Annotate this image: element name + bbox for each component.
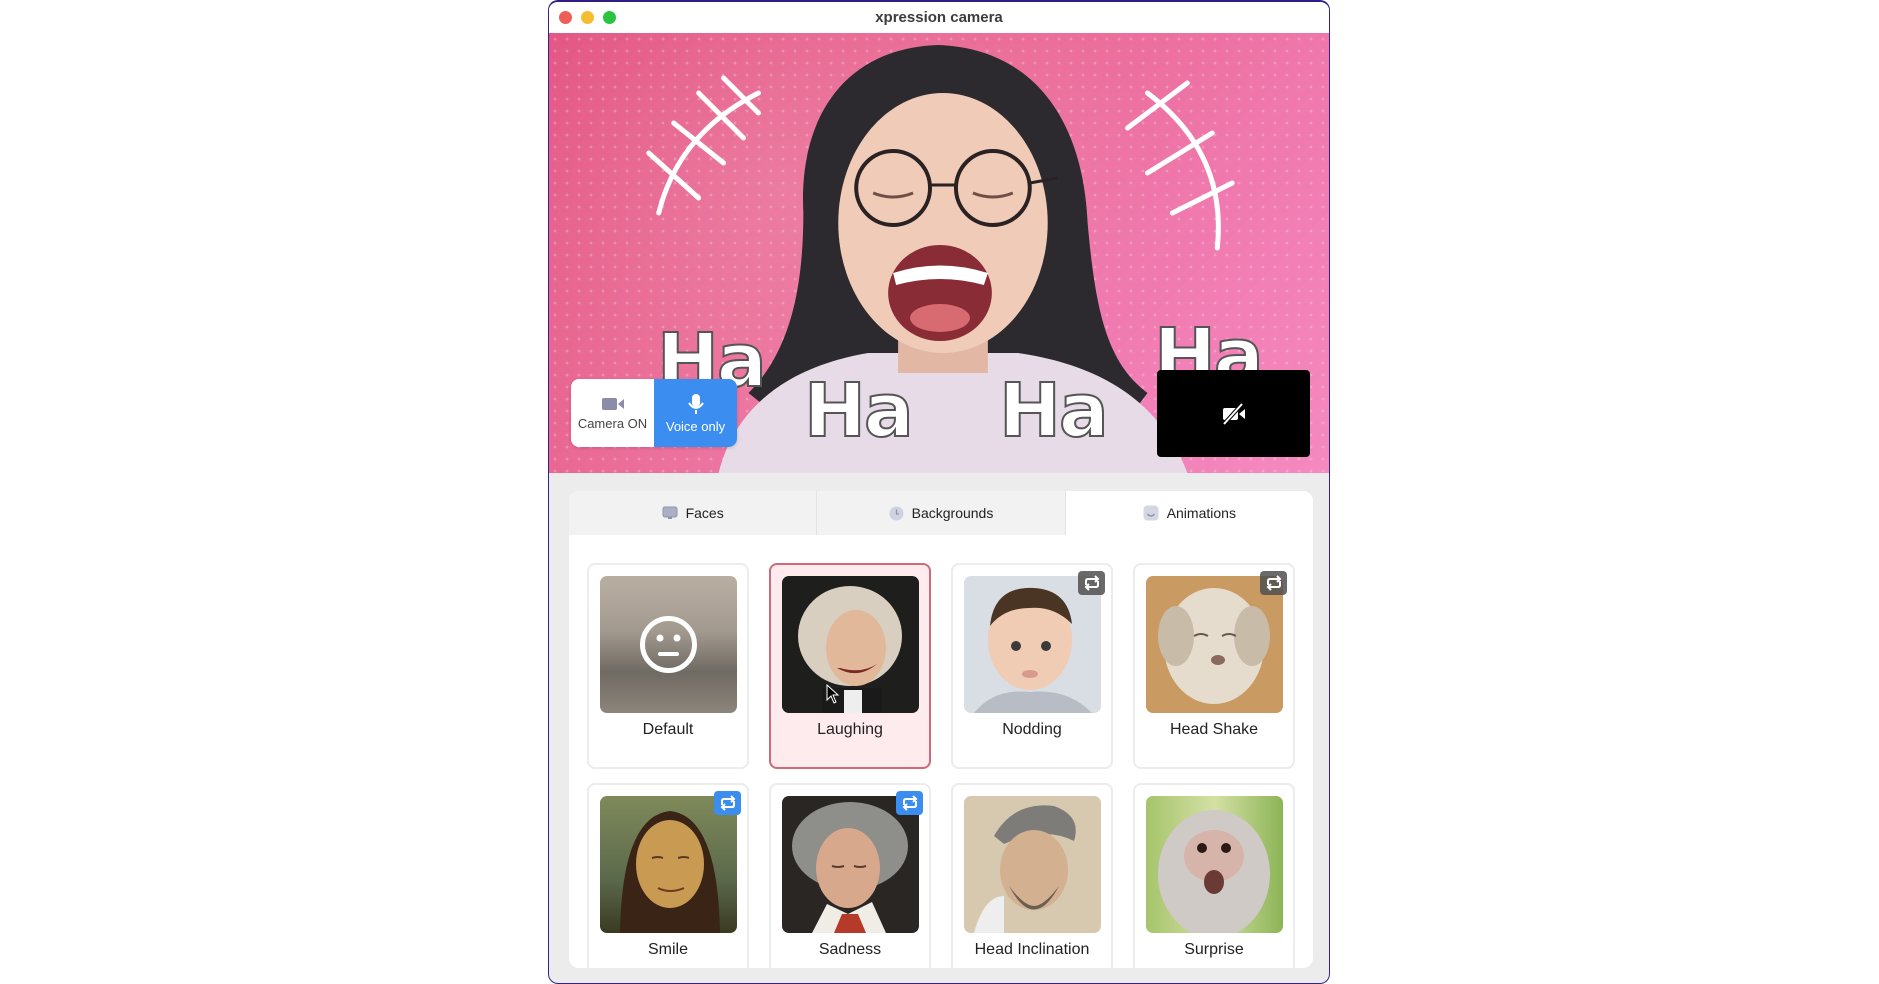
baby-portrait (974, 587, 1092, 713)
voice-only-label: Voice only (665, 418, 726, 434)
mona-lisa-portrait (620, 811, 720, 933)
repeat-icon (902, 795, 917, 811)
animation-label: Surprise (1184, 941, 1244, 958)
doodle-right (1125, 80, 1235, 251)
animation-card-head-shake[interactable]: Head Shake (1133, 563, 1295, 769)
animation-card-surprise[interactable]: Surprise (1133, 783, 1295, 968)
microphone-icon (687, 393, 704, 414)
animation-label: Laughing (817, 721, 883, 738)
animation-card-nodding[interactable]: Nodding (951, 563, 1113, 769)
animation-grid: Default Laughing Nodding Head Shake Smil… (587, 563, 1295, 968)
tab-backgrounds[interactable]: Backgrounds (817, 491, 1066, 535)
app-window: xpression camera Ha Ha Ha Ha Camera ON V… (548, 0, 1330, 984)
title-bar: xpression camera (549, 2, 1329, 33)
thumbnail-smile (600, 796, 737, 933)
mouse-cursor (826, 684, 840, 704)
camera-mode-toggle: Camera ON Voice only (571, 379, 737, 447)
self-preview-box (1157, 370, 1310, 457)
loop-badge (714, 791, 741, 815)
loop-badge (1260, 571, 1287, 595)
tab-faces[interactable]: Faces (569, 491, 818, 535)
thumbnail-default (600, 576, 737, 713)
tab-animations-label: Animations (1166, 505, 1236, 521)
window-title: xpression camera (875, 9, 1003, 26)
loop-badge (1078, 571, 1105, 595)
animation-label: Sadness (818, 941, 882, 958)
thumbnail-head-inclination (964, 796, 1101, 933)
animation-label: Nodding (1002, 721, 1062, 738)
monitor-icon (662, 506, 678, 519)
tab-animations[interactable]: Animations (1065, 491, 1313, 535)
beethoven-portrait (792, 802, 908, 933)
repeat-icon (1084, 575, 1099, 591)
clock-icon (889, 506, 904, 520)
animation-card-head-inclination[interactable]: Head Inclination (951, 783, 1113, 968)
camera-on-button[interactable]: Camera ON (571, 379, 654, 447)
video-camera-icon (601, 397, 624, 410)
close-window-button[interactable] (559, 11, 572, 24)
smile-icon (1143, 505, 1159, 521)
laughing-portrait (798, 586, 902, 713)
camera-off-icon (1222, 402, 1245, 425)
window-controls (559, 11, 616, 24)
confucius-portrait (974, 805, 1076, 933)
maximize-window-button[interactable] (603, 11, 616, 24)
voice-only-button[interactable]: Voice only (654, 379, 737, 447)
animation-label: Default (642, 721, 694, 738)
tab-backgrounds-label: Backgrounds (911, 505, 994, 521)
animation-label: Smile (647, 941, 688, 958)
tab-faces-label: Faces (685, 505, 724, 521)
neutral-face-icon (640, 616, 697, 673)
camera-on-label: Camera ON (577, 415, 648, 431)
animation-card-smile[interactable]: Smile (587, 783, 749, 968)
monkey-portrait (1158, 810, 1270, 933)
animation-label: Head Inclination (974, 941, 1090, 958)
overlay-text-ha: Ha (803, 367, 915, 455)
animation-label: Head Shake (1169, 721, 1259, 738)
dog-portrait (1158, 588, 1270, 704)
thumbnail-nodding (964, 576, 1101, 713)
thumbnail-sadness (782, 796, 919, 933)
camera-video-feed: Ha Ha Ha Ha Camera ON Voice only (549, 33, 1329, 473)
animation-card-default[interactable]: Default (587, 563, 749, 769)
tab-bar: Faces Backgrounds Animations (569, 491, 1313, 535)
thumbnail-laughing (782, 576, 919, 713)
animation-card-sadness[interactable]: Sadness (769, 783, 931, 968)
thumbnail-head-shake (1146, 576, 1283, 713)
repeat-icon (1266, 575, 1281, 591)
overlay-text-ha: Ha (998, 367, 1110, 455)
minimize-window-button[interactable] (581, 11, 594, 24)
loop-badge (896, 791, 923, 815)
thumbnail-surprise (1146, 796, 1283, 933)
animation-card-laughing[interactable]: Laughing (769, 563, 931, 769)
repeat-icon (720, 795, 735, 811)
content-panel: Faces Backgrounds Animations Default Lau… (569, 491, 1313, 968)
doodle-left (646, 75, 761, 216)
